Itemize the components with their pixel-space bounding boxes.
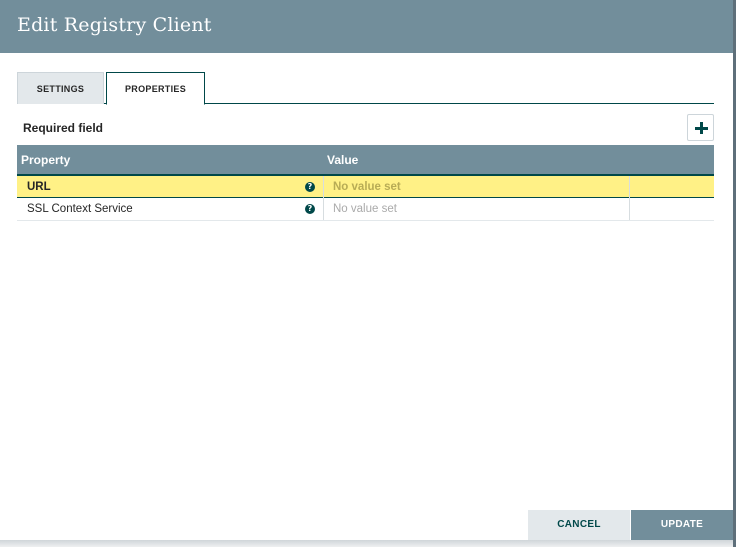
property-name: SSL Context Service	[27, 203, 133, 215]
column-header-property[interactable]: Property	[21, 145, 70, 175]
property-value[interactable]: No value set	[333, 176, 401, 198]
tab-settings[interactable]: SETTINGS	[17, 72, 104, 104]
dialog-shadow	[0, 540, 733, 547]
cancel-button[interactable]: CANCEL	[528, 510, 630, 540]
update-button[interactable]: UPDATE	[631, 510, 733, 540]
question-circle-icon[interactable]: ?	[305, 204, 315, 214]
property-value[interactable]: No value set	[333, 198, 397, 220]
table-row[interactable]: URL ? No value set	[17, 175, 714, 198]
tab-properties[interactable]: PROPERTIES	[106, 72, 205, 105]
dialog-header: Edit Registry Client	[0, 0, 733, 53]
table-row[interactable]: SSL Context Service ? No value set	[17, 198, 714, 221]
add-property-button[interactable]	[687, 114, 714, 141]
property-name: URL	[27, 181, 51, 193]
question-circle-icon[interactable]: ?	[305, 182, 315, 192]
column-header-value[interactable]: Value	[327, 145, 358, 175]
properties-table: Property Value URL ? No value set SSL Co…	[17, 145, 714, 221]
dialog-title: Edit Registry Client	[17, 14, 212, 36]
edit-registry-client-dialog: Edit Registry Client SETTINGS PROPERTIES…	[0, 0, 733, 540]
table-header: Property Value	[17, 145, 714, 175]
required-field-label: Required field	[23, 121, 104, 135]
tab-bar: SETTINGS PROPERTIES	[17, 72, 714, 105]
